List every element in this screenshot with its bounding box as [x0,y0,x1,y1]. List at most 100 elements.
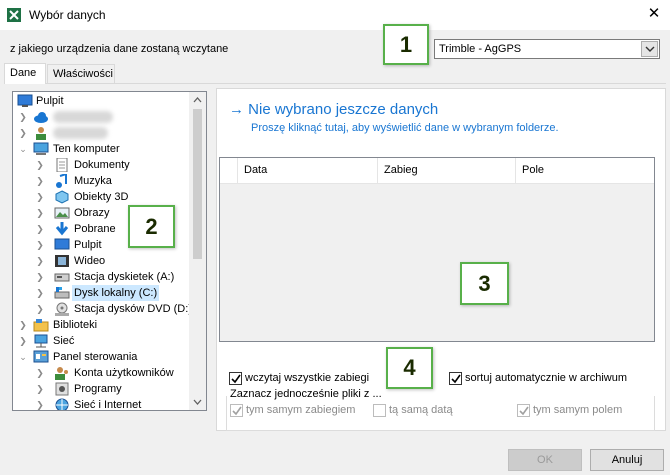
callout-3: 3 [460,262,509,305]
column-header-select[interactable] [220,158,238,183]
tree-item-wideo[interactable]: ❯ Wideo [13,253,193,269]
callout-4: 4 [386,347,433,389]
scroll-up-icon[interactable] [193,97,202,103]
local-disk-icon [54,286,70,300]
chevron-right-icon[interactable]: ❯ [35,301,45,317]
column-header-zabieg[interactable]: Zabieg [378,158,516,183]
tree-item-dysk-lokalny[interactable]: ❯ Dysk lokalny (C:) [13,285,193,301]
same-field-label[interactable]: tym samym polem [533,404,622,416]
dvd-drive-icon [54,302,70,316]
pictures-icon [54,206,70,220]
documents-icon [54,157,70,173]
arrow-right-icon: → [229,101,244,118]
data-grid[interactable]: Data Zabieg Pole [219,157,655,342]
tree-item-user[interactable]: ❯ [13,125,193,141]
callout-1: 1 [383,24,429,65]
chevron-right-icon[interactable]: ❯ [35,381,45,397]
programs-icon [54,382,70,396]
load-all-label[interactable]: wczytaj wszystkie zabiegi [245,372,369,384]
checkmark-icon [451,374,461,384]
chevron-right-icon[interactable]: ❯ [35,221,45,237]
same-date-label[interactable]: tą samą datą [389,404,453,416]
desktop-icon [54,238,70,252]
chevron-right-icon[interactable]: ❯ [18,109,28,125]
network-icon [33,334,49,348]
callout-2: 2 [128,205,175,248]
video-icon [54,254,70,268]
checkmark-icon [232,406,242,416]
chevron-right-icon[interactable]: ❯ [35,157,45,173]
tree-item-muzyka[interactable]: ❯ Muzyka [13,172,193,189]
tree-item-stacja-dvd[interactable]: ❯ Stacja dysków DVD (D:) [13,301,193,317]
device-select-value: Trimble - AgGPS [439,43,522,55]
tree-item-siec-internet[interactable]: ❯ Sieć i Internet [13,397,193,410]
dropdown-button[interactable] [641,41,658,57]
chevron-right-icon[interactable]: ❯ [35,269,45,285]
checkmark-icon [231,374,241,384]
column-header-pole[interactable]: Pole [516,158,654,183]
tree-item-konta[interactable]: ❯ Konta użytkowników [13,365,193,381]
chevron-right-icon[interactable]: ❯ [18,125,28,141]
floppy-icon [54,270,70,284]
source-device-label: z jakiego urządzenia dane zostaną wczyta… [10,43,229,55]
network-internet-icon [54,398,70,410]
objects-3d-icon [54,190,70,204]
load-all-checkbox[interactable] [229,372,242,385]
tree-item-programy[interactable]: ❯ Programy [13,381,193,397]
column-header-data[interactable]: Data [238,158,378,183]
tab-wlasciwosci[interactable]: Właściwości [47,64,115,83]
chevron-right-icon[interactable]: ❯ [35,253,45,269]
user-accounts-icon [54,366,70,380]
tree-item-biblioteki[interactable]: ❯ Biblioteki [13,317,193,333]
libraries-icon [33,318,49,332]
chevron-right-icon[interactable]: ❯ [18,317,28,333]
excel-app-icon [7,8,21,22]
downloads-icon [54,222,70,236]
tab-dane[interactable]: Dane [4,63,46,84]
same-date-checkbox[interactable] [373,404,386,417]
same-treatment-checkbox[interactable] [230,404,243,417]
desktop-icon [17,94,33,108]
chevron-right-icon[interactable]: ❯ [35,205,45,221]
music-icon [54,172,70,188]
chevron-right-icon[interactable]: ❯ [35,365,45,381]
chevron-down-icon[interactable]: ⌄ [18,141,28,157]
tree-item-stacja-dyskietek[interactable]: ❯ Stacja dyskietek (A:) [13,269,193,285]
close-icon[interactable]: ✕ [645,5,663,23]
ok-button[interactable]: OK [508,449,582,471]
device-select[interactable]: Trimble - AgGPS [434,39,660,59]
chevron-down-icon[interactable]: ⌄ [18,349,28,365]
checkmark-icon [519,406,529,416]
auto-sort-label[interactable]: sortuj automatycznie w archiwum [465,372,627,384]
chevron-right-icon[interactable]: ❯ [35,173,45,189]
tree-scrollbar[interactable] [189,92,206,410]
grid-header: Data Zabieg Pole [220,158,654,184]
tab-divider [4,83,666,84]
tree-item-panel-sterowania[interactable]: ⌄ Panel sterowania [13,349,193,365]
chevron-right-icon[interactable]: ❯ [35,285,45,301]
computer-icon [33,142,49,156]
window-title: Wybór danych [29,8,106,22]
control-panel-icon [33,350,49,364]
folder-tree[interactable]: Pulpit ❯ ❯ ⌄ Ten komputer ❯ Dokumenty ❯ … [12,91,207,411]
auto-sort-checkbox[interactable] [449,372,462,385]
same-field-checkbox[interactable] [517,404,530,417]
scrollbar-thumb[interactable] [193,109,202,259]
cancel-button[interactable]: Anuluj [590,449,664,471]
scroll-down-icon[interactable] [193,399,202,405]
same-treatment-label[interactable]: tym samym zabiegiem [246,404,355,416]
tree-item-pulpit-root[interactable]: Pulpit [13,93,193,109]
tree-item-obiekty-3d[interactable]: ❯ Obiekty 3D [13,189,193,205]
chevron-right-icon[interactable]: ❯ [35,189,45,205]
tree-item-ten-komputer[interactable]: ⌄ Ten komputer [13,141,193,157]
chevron-right-icon[interactable]: ❯ [35,237,45,253]
user-icon [33,126,49,140]
chevron-right-icon[interactable]: ❯ [35,397,45,410]
tree-item-onedrive[interactable]: ❯ [13,109,193,125]
chevron-right-icon[interactable]: ❯ [18,333,28,349]
no-data-title[interactable]: → Nie wybrano jeszcze danych [229,101,438,118]
tree-item-siec[interactable]: ❯ Sieć [13,333,193,349]
tree-item-dokumenty[interactable]: ❯ Dokumenty [13,157,193,173]
show-data-link[interactable]: Proszę kliknąć tutaj, aby wyświetlić dan… [251,122,559,134]
onedrive-cloud-icon [33,110,49,124]
